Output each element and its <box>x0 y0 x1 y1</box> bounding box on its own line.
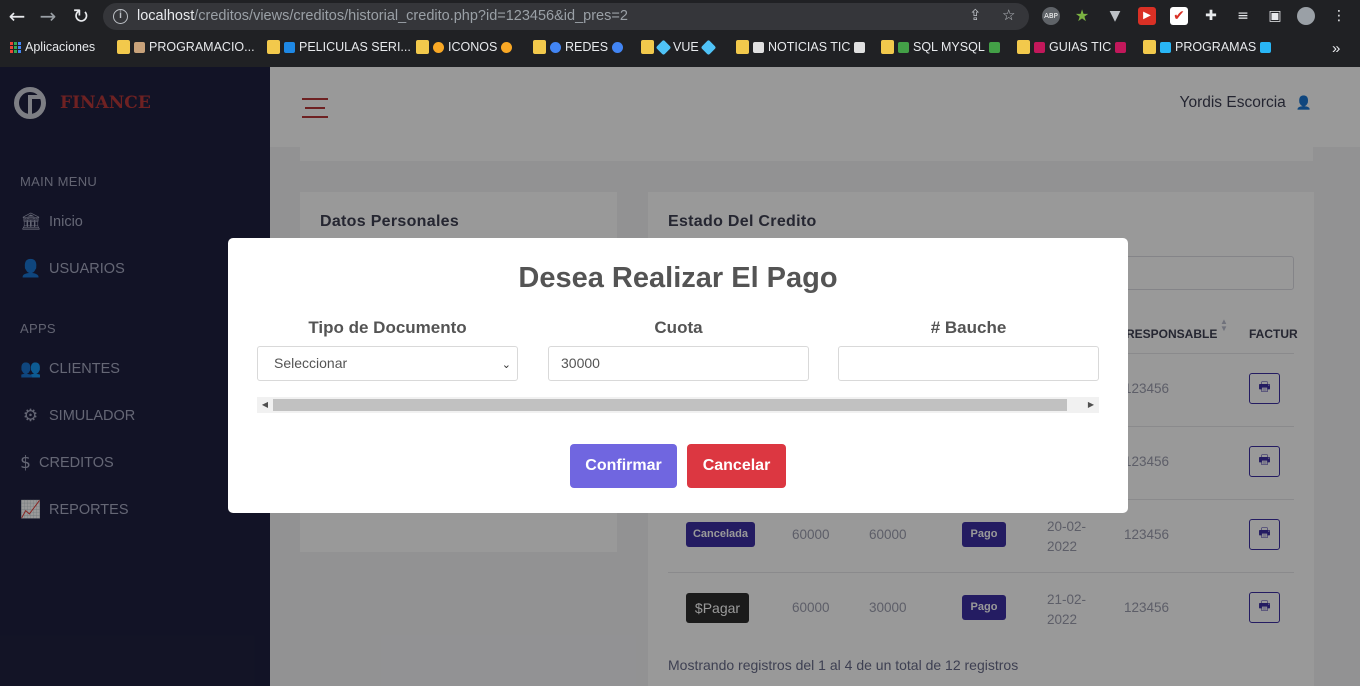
emoji-icon <box>433 41 444 53</box>
tipo-documento-label: Tipo de Documento <box>308 318 467 337</box>
bookmark-folder-iconos[interactable]: ICONOS <box>416 40 513 54</box>
bookmark-folder-programacion[interactable]: PROGRAMACIO... <box>117 40 255 54</box>
grid-emoji-icon <box>1260 41 1272 53</box>
address-bar[interactable]: i localhost/creditos/views/creditos/hist… <box>103 3 1029 30</box>
red-book-icon <box>1115 41 1127 53</box>
folder-icon <box>267 40 280 54</box>
star-extension-icon[interactable]: ★ <box>1073 7 1091 25</box>
video-extension-icon[interactable]: ▶ <box>1138 7 1156 25</box>
scroll-right-arrow-icon[interactable]: ▶ <box>1084 398 1098 412</box>
chevron-down-icon: ⌄ <box>501 358 511 371</box>
adblock-icon[interactable]: ABP <box>1042 7 1060 25</box>
green-book-icon <box>898 41 909 53</box>
confirm-button[interactable]: Confirmar <box>570 444 677 488</box>
browser-toolbar: ← → ↻ i localhost/creditos/views/credito… <box>0 0 1360 33</box>
bookmark-folder-guias[interactable]: GUIAS TIC <box>1017 40 1127 54</box>
bookmark-label: PROGRAMACIO... <box>149 40 255 54</box>
vue-devtools-icon[interactable]: ▼ <box>1106 7 1124 25</box>
bookmark-folder-redes[interactable]: REDES <box>533 40 624 54</box>
reload-icon[interactable]: ↻ <box>68 4 94 30</box>
modal-title: Desea Realizar El Pago <box>518 262 838 294</box>
horizontal-scrollbar[interactable]: ◀ ▶ <box>257 397 1099 413</box>
bookmark-folder-noticias[interactable]: NOTICIAS TIC <box>736 40 866 54</box>
url-host: localhost <box>137 8 195 24</box>
bauche-label: # Bauche <box>930 318 1007 337</box>
back-icon[interactable]: ← <box>4 4 30 30</box>
bookmark-star-icon[interactable]: ☆ <box>1002 6 1015 24</box>
share-icon[interactable]: ⇪ <box>969 6 982 24</box>
bookmark-folder-sql[interactable]: SQL MYSQL <box>881 40 1000 54</box>
emoji-icon <box>284 41 295 53</box>
bookmark-folder-peliculas[interactable]: PELICULAS SERI... <box>267 40 411 54</box>
more-bookmarks-button[interactable]: » <box>1332 40 1340 57</box>
reading-list-icon[interactable]: ≡ <box>1234 7 1252 25</box>
info-icon[interactable]: i <box>113 9 128 24</box>
bauche-input[interactable] <box>838 346 1099 381</box>
table-info-text: Mostrando registros del 1 al 4 de un tot… <box>668 657 1019 673</box>
apps-grid-icon <box>10 41 21 53</box>
emoji-icon <box>134 41 145 53</box>
cancel-button[interactable]: Cancelar <box>687 444 786 488</box>
cuota-label: Cuota <box>654 318 703 337</box>
browser-chrome: ← → ↻ i localhost/creditos/views/credito… <box>0 0 1360 67</box>
adblock-label: ABP <box>1044 12 1058 20</box>
scroll-left-arrow-icon[interactable]: ◀ <box>258 398 272 412</box>
todo-extension-icon[interactable]: ✔ <box>1170 7 1188 25</box>
folder-icon <box>736 40 749 54</box>
payment-modal: Desea Realizar El Pago Tipo de Documento… <box>228 238 1128 513</box>
bookmark-label: NOTICIAS TIC <box>768 40 851 54</box>
bookmark-label: REDES <box>565 40 609 54</box>
extensions-puzzle-icon[interactable]: ✚ <box>1202 7 1220 25</box>
red-book-icon <box>1034 41 1045 53</box>
folder-icon <box>533 40 546 54</box>
profile-avatar[interactable] <box>1297 7 1315 25</box>
bookmark-label: Aplicaciones <box>25 40 96 54</box>
gem-icon <box>700 39 716 55</box>
bookmark-label: PELICULAS SERI... <box>299 40 411 54</box>
bookmark-folder-vue[interactable]: VUE <box>641 39 716 55</box>
newspaper-icon <box>753 41 764 53</box>
globe-icon <box>612 41 624 53</box>
forward-icon[interactable]: → <box>35 4 61 30</box>
bookmark-apps[interactable]: Aplicaciones <box>10 40 95 54</box>
bookmark-folder-programas[interactable]: PROGRAMAS <box>1143 40 1272 54</box>
folder-icon <box>641 40 654 54</box>
green-book-icon <box>988 41 1000 53</box>
cuota-value: 30000 <box>561 355 600 371</box>
newspaper-icon <box>854 41 866 53</box>
folder-icon <box>416 40 429 54</box>
bookmarks-bar: Aplicaciones PROGRAMACIO... PELICULAS SE… <box>0 34 1360 62</box>
url-path: /creditos/views/creditos/historial_credi… <box>194 8 628 24</box>
gem-icon <box>655 39 672 55</box>
sidepanel-icon[interactable]: ▣ <box>1266 7 1284 25</box>
tipo-documento-select[interactable]: Seleccionar ⌄ <box>257 346 518 381</box>
bookmark-label: PROGRAMAS <box>1175 40 1257 54</box>
browser-menu-icon[interactable]: ⋮ <box>1330 7 1348 25</box>
folder-icon <box>117 40 130 54</box>
bookmark-label: VUE <box>673 40 699 54</box>
url-text[interactable]: localhost/creditos/views/creditos/histor… <box>137 8 628 24</box>
folder-icon <box>1017 40 1030 54</box>
emoji-icon <box>501 41 513 53</box>
folder-icon <box>881 40 894 54</box>
bookmark-label: ICONOS <box>448 40 498 54</box>
select-value: Seleccionar <box>274 355 348 371</box>
bookmark-label: GUIAS TIC <box>1049 40 1112 54</box>
cuota-input[interactable]: 30000 <box>548 346 809 381</box>
grid-emoji-icon <box>1160 41 1171 53</box>
folder-icon <box>1143 40 1156 54</box>
scrollbar-thumb[interactable] <box>273 399 1067 411</box>
globe-icon <box>550 41 561 53</box>
bookmark-label: SQL MYSQL <box>913 40 985 54</box>
